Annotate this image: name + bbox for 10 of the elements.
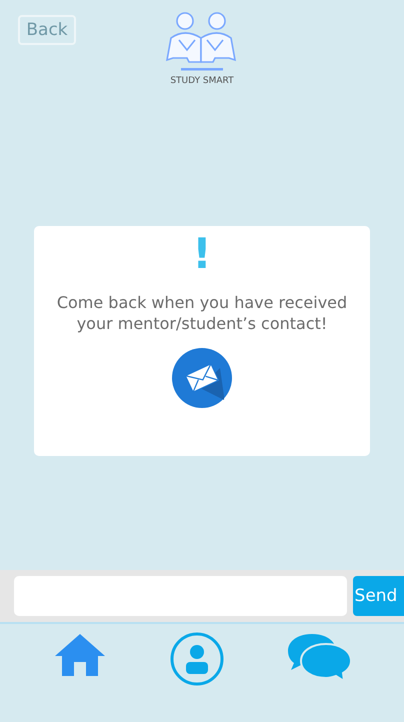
exclamation-mark: ! [192, 230, 212, 278]
home-icon[interactable] [54, 632, 106, 678]
profile-icon[interactable] [170, 632, 224, 686]
back-button[interactable]: Back [18, 15, 76, 45]
envelope-icon[interactable] [172, 348, 232, 408]
message-input-field[interactable] [14, 576, 347, 616]
logo-text: STUDY SMART [170, 76, 234, 86]
notice-message: Come back when you have received your mentor/student’s contact! [56, 292, 348, 334]
chat-bubbles-icon[interactable] [288, 632, 352, 682]
send-button[interactable]: Send [352, 576, 404, 616]
